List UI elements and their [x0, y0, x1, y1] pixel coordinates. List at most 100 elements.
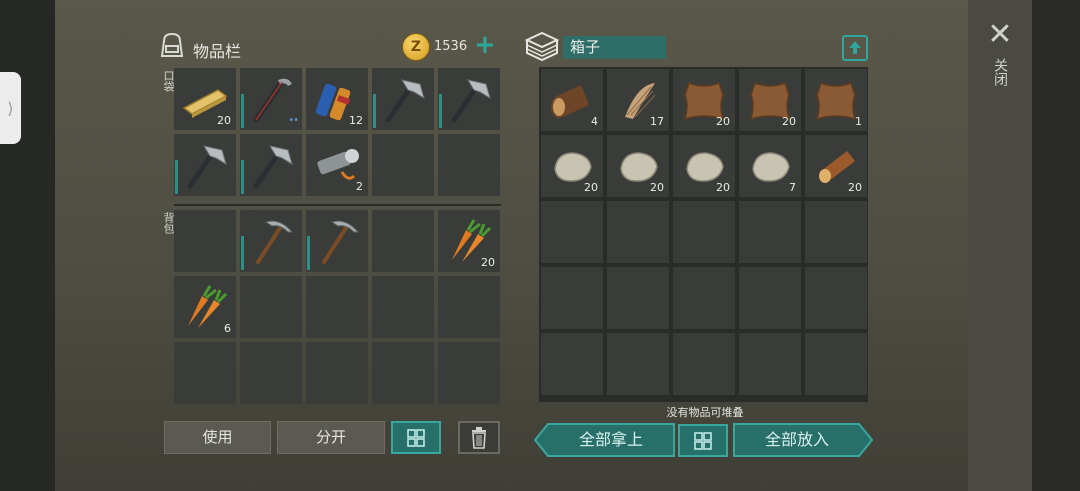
backpack-slot[interactable]	[240, 342, 302, 404]
item-quantity: 4	[591, 115, 598, 128]
close-icon[interactable]: ✕	[987, 20, 1013, 50]
item-quantity: 20	[782, 115, 796, 128]
flashlight-icon	[312, 140, 362, 190]
carrots-icon	[180, 282, 230, 332]
backpack-slot[interactable]	[372, 276, 434, 338]
backpack-slot[interactable]	[306, 210, 368, 272]
crate-slot[interactable]: 17	[607, 69, 669, 131]
item-quantity: 20	[848, 181, 862, 194]
backpack-slot[interactable]	[240, 276, 302, 338]
pocket-slot[interactable]: 2	[306, 134, 368, 196]
ammo-dots: ••	[288, 115, 299, 126]
side-drawer-tab[interactable]: ⟩	[0, 72, 21, 144]
crate-slot[interactable]	[805, 267, 867, 329]
item-quantity: 7	[789, 181, 796, 194]
backpack-slot[interactable]	[174, 342, 236, 404]
crate-slot[interactable]	[541, 201, 603, 263]
grid-sort-icon	[407, 429, 425, 447]
crate-slot[interactable]	[607, 267, 669, 329]
item-quantity: 12	[349, 114, 363, 127]
stone-icon	[745, 141, 795, 191]
sort-inventory-button[interactable]	[391, 421, 441, 454]
screen-edge	[1032, 0, 1080, 491]
stack-hint: 没有物品可堆叠	[666, 406, 744, 419]
item-quantity: 20	[584, 181, 598, 194]
close-label[interactable]: 关闭	[990, 58, 1010, 86]
crate-slot[interactable]	[739, 333, 801, 395]
leather-icon	[811, 75, 861, 125]
log-icon	[547, 75, 597, 125]
coin-icon: Z	[402, 33, 430, 61]
hatchet-icon	[378, 74, 428, 124]
crate-slot[interactable]: 20	[541, 135, 603, 197]
crate-slot[interactable]: 4	[541, 69, 603, 131]
pocket-slot[interactable]	[174, 134, 236, 196]
crate-slot[interactable]	[805, 201, 867, 263]
crate-icon	[524, 31, 560, 62]
sort-crate-button[interactable]	[678, 424, 728, 457]
crate-slot[interactable]: 1	[805, 69, 867, 131]
crate-slot[interactable]	[607, 201, 669, 263]
crate-name-field[interactable]: 箱子	[563, 36, 666, 59]
pocket-slot[interactable]	[438, 68, 500, 130]
delete-button[interactable]	[458, 421, 500, 454]
inventory-title: 物品栏	[193, 42, 242, 61]
put-all-button[interactable]: 全部放入	[733, 423, 861, 457]
pocket-slot[interactable]: 20	[174, 68, 236, 130]
hatchet-icon	[246, 140, 296, 190]
split-button[interactable]: 分开	[277, 421, 385, 454]
item-quantity: 20	[650, 181, 664, 194]
item-quantity: 6	[224, 322, 231, 335]
crate-slot[interactable]: 20	[739, 69, 801, 131]
hatchet-icon	[444, 74, 494, 124]
backpack-slot[interactable]	[306, 342, 368, 404]
hatchet-icon	[180, 140, 230, 190]
crate-slot[interactable]: 20	[607, 135, 669, 197]
crate-slot[interactable]	[673, 267, 735, 329]
crate-slot[interactable]: 20	[805, 135, 867, 197]
trash-icon	[472, 427, 486, 449]
item-quantity: 17	[650, 115, 664, 128]
backpack-slot[interactable]: 20	[438, 210, 500, 272]
crate-slot[interactable]	[607, 333, 669, 395]
pocket-slot[interactable]: ••	[240, 68, 302, 130]
backpack-icon	[160, 32, 184, 57]
crate-slot[interactable]	[541, 333, 603, 395]
pocket-divider	[174, 204, 501, 206]
crate-slot[interactable]	[673, 333, 735, 395]
crate-slot[interactable]: 20	[673, 69, 735, 131]
add-coins-button[interactable]: +	[474, 30, 496, 60]
crate-slot[interactable]	[673, 201, 735, 263]
backpack-slot[interactable]	[240, 210, 302, 272]
pocket-slot[interactable]	[240, 134, 302, 196]
pocket-slot[interactable]	[438, 134, 500, 196]
backpack-slot[interactable]	[372, 342, 434, 404]
crate-slot[interactable]	[739, 267, 801, 329]
crate-slot[interactable]	[541, 267, 603, 329]
pickaxe-icon	[312, 216, 362, 266]
coin-count: 1536	[434, 39, 468, 54]
item-quantity: 20	[716, 181, 730, 194]
backpack-slot[interactable]	[438, 342, 500, 404]
pickaxe-icon	[246, 216, 296, 266]
crate-slot[interactable]: 7	[739, 135, 801, 197]
item-quantity: 20	[481, 256, 495, 269]
grid-sort-icon	[694, 432, 712, 450]
chevron-right-icon: ⟩	[7, 98, 14, 118]
pocket-slot[interactable]	[372, 68, 434, 130]
backpack-slot[interactable]: 6	[174, 276, 236, 338]
crate-slot[interactable]: 20	[673, 135, 735, 197]
crate-slot[interactable]	[805, 333, 867, 395]
item-quantity: 20	[716, 115, 730, 128]
backpack-slot[interactable]	[438, 276, 500, 338]
take-all-button[interactable]: 全部拿上	[548, 423, 674, 457]
pocket-slot[interactable]	[372, 134, 434, 196]
crate-slot[interactable]	[739, 201, 801, 263]
backpack-slot[interactable]	[306, 276, 368, 338]
backpack-slot[interactable]	[174, 210, 236, 272]
pocket-slot[interactable]: 12	[306, 68, 368, 130]
upload-icon[interactable]	[842, 35, 868, 61]
item-quantity: 2	[356, 180, 363, 193]
backpack-slot[interactable]	[372, 210, 434, 272]
use-button[interactable]: 使用	[164, 421, 271, 454]
